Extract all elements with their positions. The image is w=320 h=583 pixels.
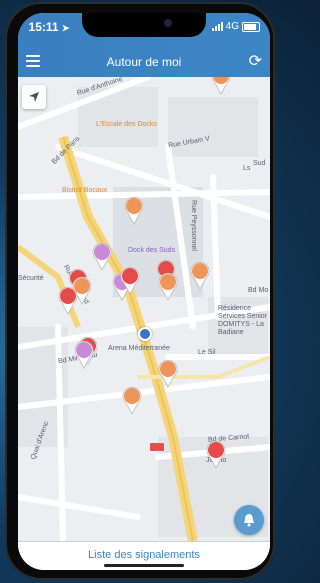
- map-view[interactable]: Rue d'Anthoine Bd de Paris Rue Urbain V …: [18, 77, 270, 541]
- map-marker[interactable]: [157, 271, 179, 301]
- notch: [82, 13, 206, 37]
- poi-label: Le Sil: [198, 349, 216, 356]
- street-label: Bd Mo: [248, 287, 269, 294]
- map-marker[interactable]: [210, 77, 232, 95]
- camera-icon: [164, 19, 172, 27]
- list-footer[interactable]: Liste des signalements: [18, 541, 270, 570]
- street-label: Rue Peyssonnel: [189, 200, 197, 251]
- app-header: 15:11 ➤ 4G Autour de moi ⟳: [18, 13, 270, 77]
- bell-icon: [244, 514, 254, 527]
- map-marker[interactable]: [91, 241, 113, 271]
- user-location-dot: [138, 327, 152, 341]
- map-marker[interactable]: [119, 265, 141, 295]
- battery-icon: [242, 21, 260, 32]
- app-screen: 15:11 ➤ 4G Autour de moi ⟳ Rue d'Anthoin…: [18, 13, 270, 570]
- locate-me-button[interactable]: [22, 85, 46, 109]
- street-label: Sécurité: [18, 275, 44, 282]
- map-marker[interactable]: [121, 385, 143, 415]
- poi-label: Arena Méditerranée: [108, 345, 170, 352]
- refresh-icon[interactable]: ⟳: [249, 51, 262, 71]
- network-label: 4G: [225, 21, 239, 32]
- location-arrow-icon: ➤: [61, 23, 70, 33]
- map-marker[interactable]: [57, 285, 79, 315]
- home-indicator: [104, 564, 184, 567]
- signal-icon: [211, 22, 223, 31]
- map-marker[interactable]: [73, 339, 95, 369]
- street-label: Sud: [253, 160, 266, 167]
- map-marker[interactable]: [157, 358, 179, 388]
- poi-label: Résidence Services Senior DOMITYS - La B…: [218, 305, 268, 336]
- alert-button[interactable]: [234, 505, 264, 535]
- poi-label: Ls: [243, 165, 251, 172]
- page-title: Autour de moi: [106, 55, 182, 69]
- map-marker[interactable]: [205, 439, 227, 469]
- poi-label: Dock des Suds: [128, 247, 176, 254]
- status-indicators: 4G: [211, 21, 260, 32]
- poi-label: Bistrot Bocaux: [62, 187, 108, 194]
- poi-label: L'Escale des Docks: [96, 121, 157, 128]
- locate-arrow-icon: [29, 92, 39, 102]
- list-link[interactable]: Liste des signalements: [18, 549, 270, 561]
- map-marker[interactable]: [189, 260, 211, 290]
- status-time: 15:11 ➤: [28, 20, 70, 34]
- map-marker[interactable]: [123, 195, 145, 225]
- hamburger-icon[interactable]: [26, 55, 40, 70]
